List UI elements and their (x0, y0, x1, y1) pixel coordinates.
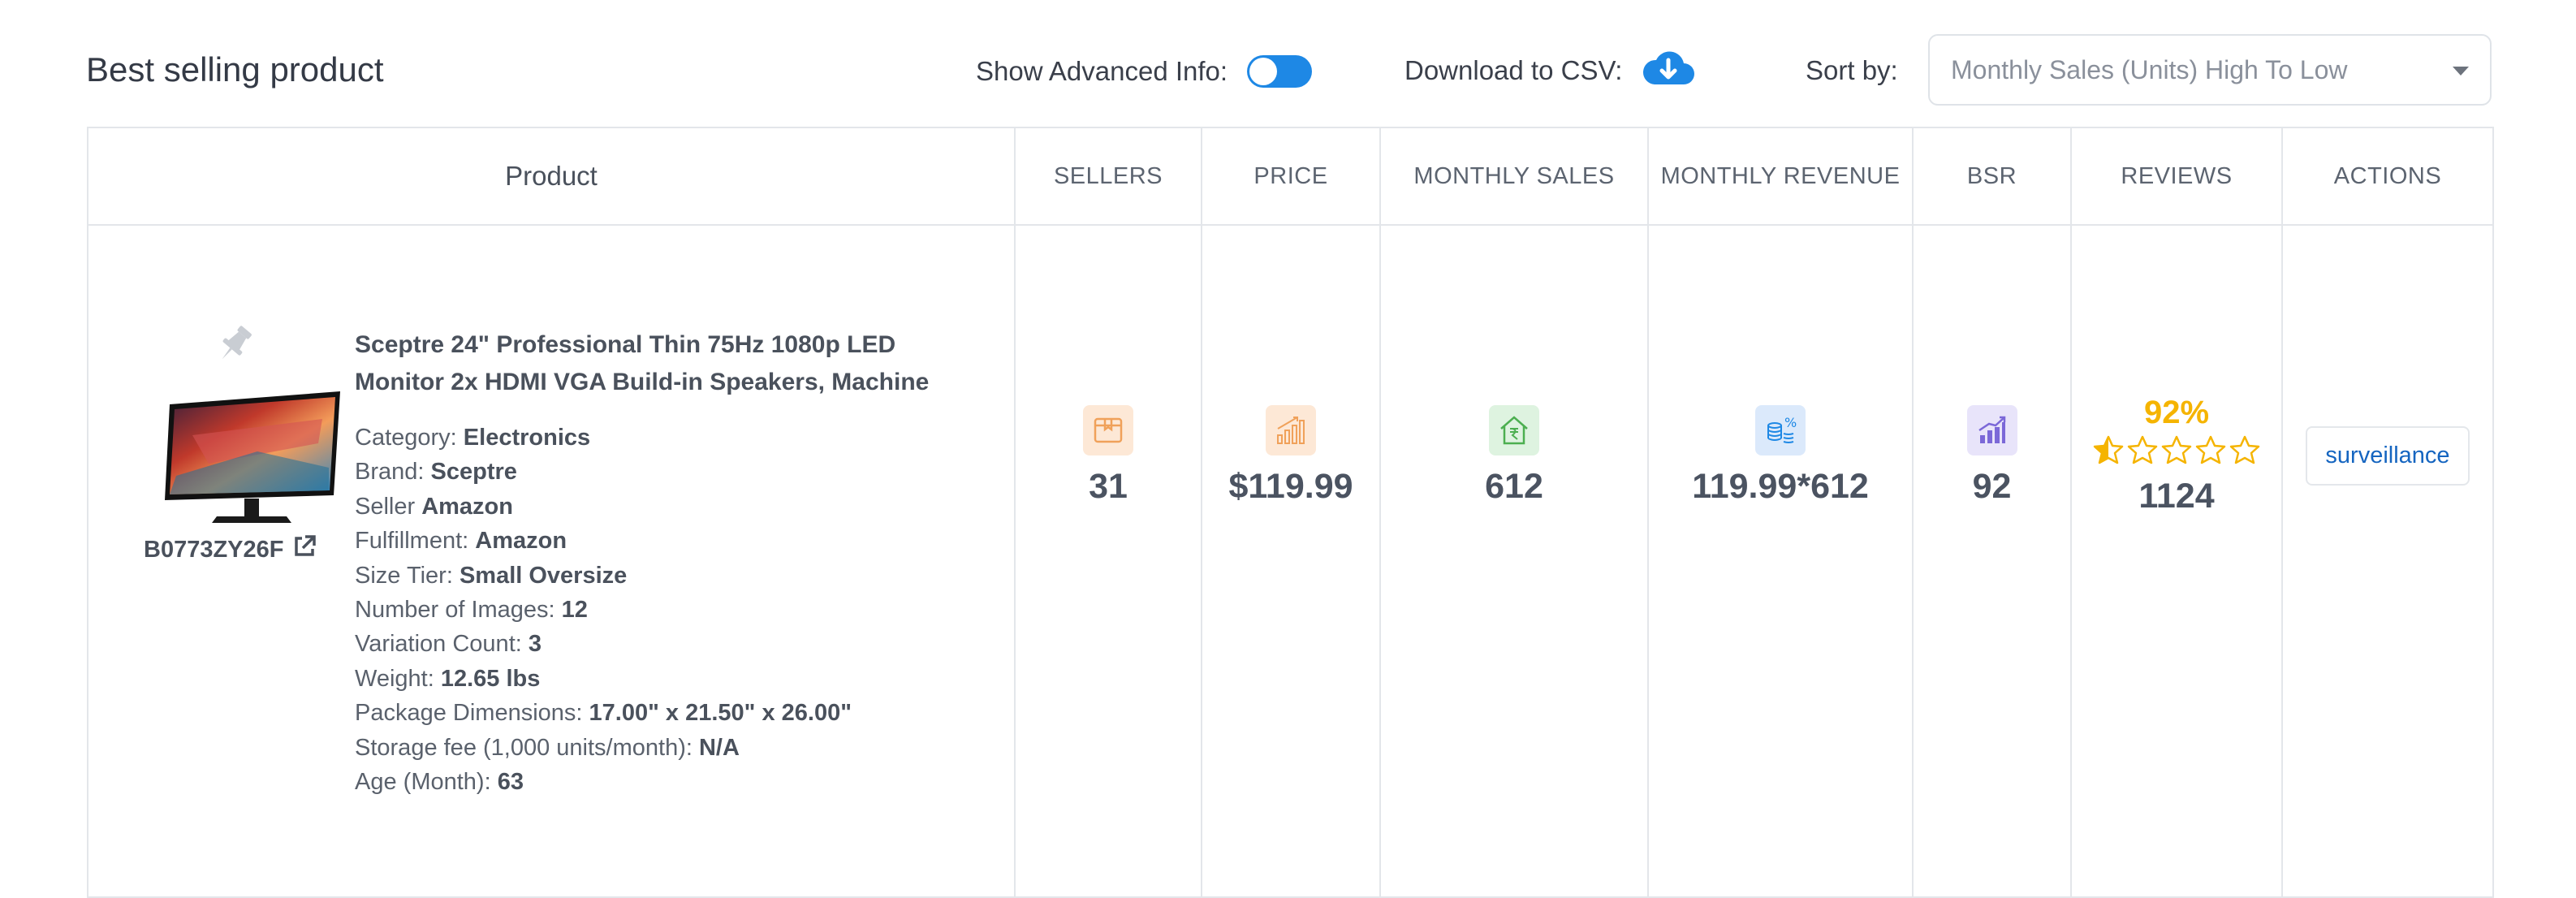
bsr-value: 92 (1972, 466, 2012, 506)
detail-row: Fulfillment: Amazon (355, 528, 567, 555)
star-icon (2229, 435, 2260, 464)
advanced-info-control: Show Advanced Info: (976, 55, 1313, 88)
column-header-actions[interactable]: ACTIONS (2281, 127, 2494, 226)
column-header-monthly-revenue[interactable]: MONTHLY REVENUE (1647, 127, 1914, 226)
detail-row: Package Dimensions: 17.00" x 21.50" x 26… (355, 700, 852, 727)
surveillance-button[interactable]: surveillance (2306, 425, 2470, 486)
actions-cell: surveillance (2281, 224, 2494, 898)
product-asin-link[interactable]: B0773ZY26F (144, 534, 317, 565)
detail-row: Variation Count: 3 (355, 631, 542, 658)
advanced-info-label: Show Advanced Info: (976, 56, 1228, 86)
svg-text:%: % (1784, 415, 1797, 430)
detail-row: Seller Amazon (355, 493, 513, 520)
price-cell: $119.99 (1201, 224, 1381, 898)
box-icon (1083, 404, 1133, 455)
sort-select-value: Monthly Sales (Units) High To Low (1951, 54, 2348, 84)
download-csv-control: Download to CSV: (1405, 49, 1695, 92)
page-title: Best selling product (86, 50, 384, 89)
star-icon (2127, 435, 2158, 464)
column-header-reviews[interactable]: REVIEWS (2070, 127, 2283, 226)
column-header-monthly-sales[interactable]: MONTHLY SALES (1379, 127, 1649, 226)
detail-row: Size Tier: Small Oversize (355, 562, 628, 589)
rupee-house-icon (1489, 404, 1539, 455)
reviews-value: 1124 (2138, 477, 2215, 516)
detail-row: Brand: Sceptre (355, 459, 517, 486)
detail-row: Number of Images: 12 (355, 597, 588, 624)
detail-row: Age (Month): 63 (355, 769, 524, 796)
chevron-down-icon (2453, 67, 2469, 76)
pin-icon[interactable] (212, 322, 257, 371)
monthly-revenue-cell: % 119.99*612 (1647, 224, 1914, 898)
column-header-price[interactable]: PRICE (1201, 127, 1381, 226)
detail-row: Category: Electronics (355, 425, 591, 451)
growth-chart-icon (1966, 404, 2017, 455)
asin-text: B0773ZY26F (144, 536, 284, 563)
monthly-sales-cell: 612 (1379, 224, 1649, 898)
monthly-revenue-value: 119.99*612 (1692, 466, 1869, 506)
monthly-sales-value: 612 (1485, 466, 1543, 506)
bar-chart-icon (1266, 404, 1316, 455)
advanced-info-toggle[interactable] (1247, 55, 1313, 88)
sellers-cell: 31 (1014, 224, 1202, 898)
detail-row: Weight: 12.65 lbs (355, 665, 541, 692)
review-stars (2092, 434, 2261, 465)
column-header-sellers[interactable]: SELLERS (1014, 127, 1202, 226)
column-header-product[interactable]: Product (87, 127, 1016, 226)
table-row: B0773ZY26F Sceptre 24" Professional Thin… (87, 224, 2494, 898)
table-header-row: Product SELLERS PRICE MONTHLY SALES MONT… (87, 127, 2494, 226)
price-value: $119.99 (1228, 466, 1353, 506)
toggle-knob (1249, 58, 1278, 85)
coins-percent-icon: % (1755, 404, 1806, 455)
product-cell: B0773ZY26F Sceptre 24" Professional Thin… (87, 224, 1016, 898)
sort-select[interactable]: Monthly Sales (Units) High To Low (1928, 34, 2492, 106)
products-table: Product SELLERS PRICE MONTHLY SALES MONT… (87, 127, 2494, 898)
cloud-download-icon[interactable] (1642, 49, 1695, 92)
star-icon (2161, 435, 2192, 464)
bsr-cell: 92 (1912, 224, 2072, 898)
star-icon (2093, 435, 2124, 464)
download-csv-label: Download to CSV: (1405, 54, 1623, 85)
review-percent: 92% (2143, 395, 2210, 430)
external-link-icon[interactable] (292, 534, 317, 565)
sort-label: Sort by: (1806, 55, 1898, 85)
column-header-bsr[interactable]: BSR (1912, 127, 2072, 226)
product-image[interactable] (160, 386, 347, 533)
product-details: Sceptre 24" Professional Thin 75Hz 1080p… (355, 326, 972, 799)
reviews-cell: 92% 1124 (2070, 224, 2283, 898)
star-icon (2195, 435, 2226, 464)
detail-row: Storage fee (1,000 units/month): N/A (355, 734, 740, 761)
sellers-value: 31 (1089, 466, 1128, 506)
product-title[interactable]: Sceptre 24" Professional Thin 75Hz 1080p… (355, 326, 972, 401)
